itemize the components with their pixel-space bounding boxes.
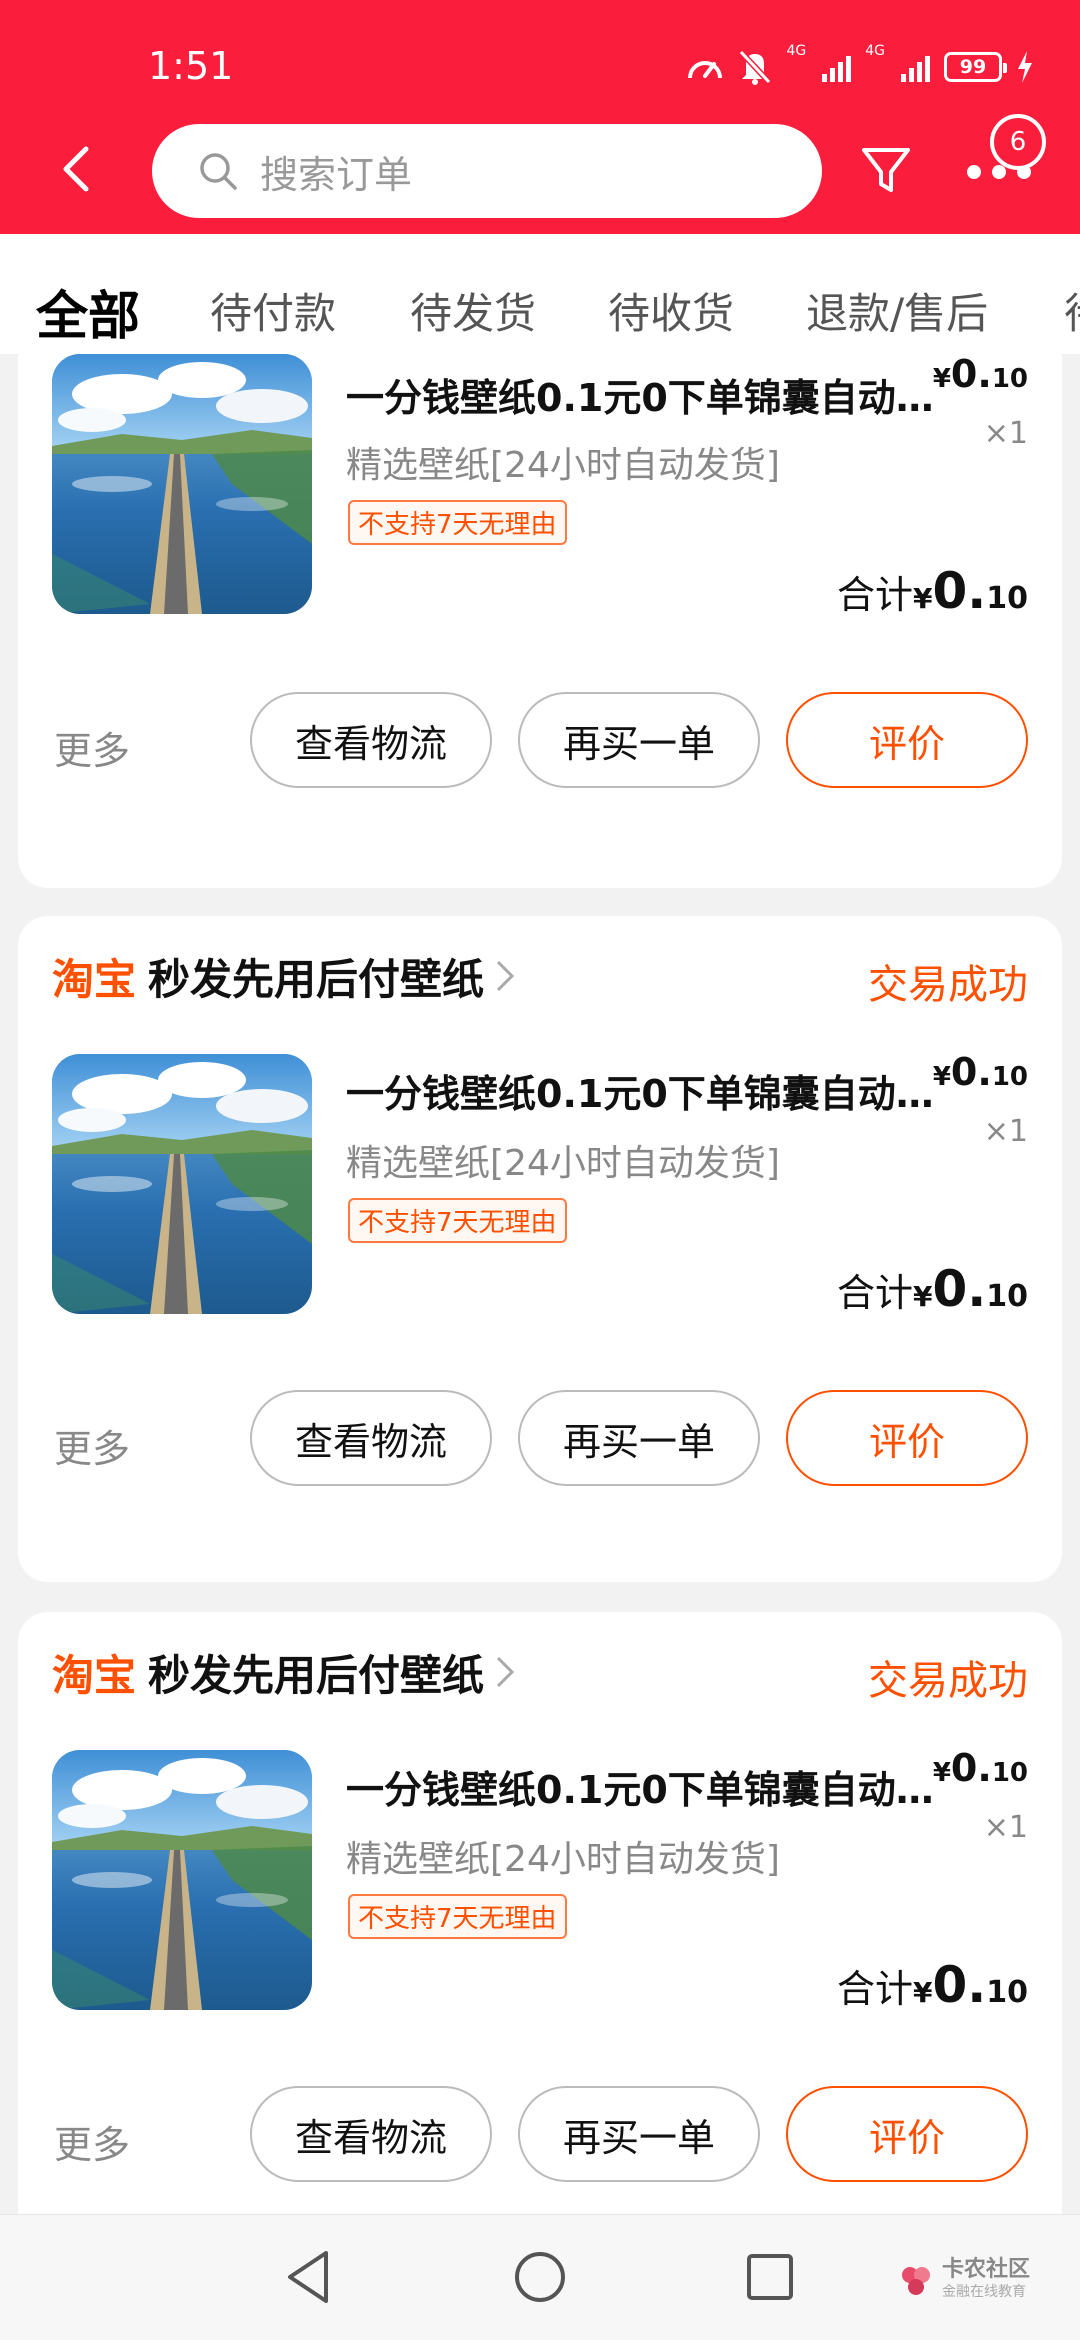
- nav-back-icon[interactable]: [276, 2245, 340, 2309]
- taobao-brand: 淘宝: [52, 1650, 137, 1700]
- unit-price: ¥0.10: [932, 1746, 1028, 1790]
- tab-all[interactable]: 全部: [36, 274, 140, 349]
- charging-bolt-icon: [1018, 51, 1032, 83]
- product-spec: 精选壁纸[24小时自动发货]: [346, 445, 780, 486]
- mute-bell-icon: [739, 49, 772, 85]
- tab-pending-review[interactable]: 待评价: [1064, 280, 1080, 341]
- return-policy-tag: 不支持7天无理由: [348, 500, 567, 545]
- back-button[interactable]: [44, 138, 106, 200]
- order-status: 交易成功: [868, 962, 1028, 1008]
- product-title[interactable]: 一分钱壁纸0.1元0下单锦囊自动发货: [346, 1070, 938, 1118]
- order-status: 交易成功: [868, 1658, 1028, 1704]
- quantity: ×1: [983, 1114, 1028, 1149]
- system-nav-bar: 卡农社区 金融在线教育: [0, 2214, 1080, 2340]
- product-spec: 精选壁纸[24小时自动发货]: [346, 1839, 780, 1880]
- review-button[interactable]: 评价: [786, 1390, 1028, 1486]
- buy-again-button[interactable]: 再买一单: [518, 692, 760, 788]
- unit-price: ¥0.10: [932, 1050, 1028, 1094]
- tab-refund-aftersale[interactable]: 退款/售后: [806, 280, 988, 341]
- order-list: 一分钱壁纸0.1元0下单锦囊自动发货 精选壁纸[24小时自动发货] 不支持7天无…: [0, 354, 1080, 2214]
- battery-icon: 99: [944, 52, 1007, 82]
- status-time: 1:51: [148, 44, 234, 88]
- watermark: 卡农社区 金融在线教育: [898, 2259, 1030, 2303]
- speed-gauge-icon: [688, 61, 723, 79]
- order-card[interactable]: 淘宝 秒发先用后付壁纸 交易成功 一分钱壁纸0.1元0下单锦囊自动发货 精选壁纸…: [18, 1612, 1062, 2214]
- buy-again-button[interactable]: 再买一单: [518, 2086, 760, 2182]
- order-total: 合计¥0.10: [836, 1956, 1028, 2014]
- order-card[interactable]: 一分钱壁纸0.1元0下单锦囊自动发货 精选壁纸[24小时自动发货] 不支持7天无…: [18, 354, 1062, 888]
- filter-icon[interactable]: [858, 142, 914, 198]
- kanong-logo-icon: [901, 2267, 930, 2295]
- more-actions-link[interactable]: 更多: [54, 2114, 130, 2169]
- product-thumbnail[interactable]: [52, 1054, 312, 1314]
- nav-home-icon[interactable]: [508, 2245, 572, 2309]
- signal-bars-2-icon: [901, 52, 930, 82]
- back-arrow-icon: [63, 146, 89, 192]
- signal-bars-1-icon: [822, 52, 852, 82]
- more-badge: 6: [990, 114, 1046, 170]
- product-thumbnail[interactable]: [52, 354, 312, 614]
- more-actions-link[interactable]: 更多: [54, 1418, 130, 1473]
- review-button[interactable]: 评价: [786, 692, 1028, 788]
- return-policy-tag: 不支持7天无理由: [348, 1198, 567, 1243]
- order-tabs: 全部 待付款 待发货 待收货 退款/售后 待评价: [0, 234, 1080, 354]
- shop-link[interactable]: 淘宝 秒发先用后付壁纸: [52, 1642, 516, 1702]
- quantity: ×1: [983, 1810, 1028, 1845]
- view-logistics-button[interactable]: 查看物流: [250, 1390, 492, 1486]
- product-thumbnail[interactable]: [52, 1750, 312, 2010]
- unit-price: ¥0.10: [932, 354, 1028, 396]
- chevron-right-icon: [496, 960, 515, 992]
- search-placeholder: 搜索订单: [260, 152, 413, 197]
- network-type-1: 4G: [786, 43, 807, 59]
- product-title[interactable]: 一分钱壁纸0.1元0下单锦囊自动发货: [346, 1766, 938, 1814]
- tab-pending-shipment[interactable]: 待发货: [410, 280, 536, 341]
- product-spec: 精选壁纸[24小时自动发货]: [346, 1143, 780, 1184]
- shop-name: 秒发先用后付壁纸: [148, 954, 485, 1004]
- watermark-text: 卡农社区 金融在线教育: [941, 2257, 1030, 2301]
- product-title[interactable]: 一分钱壁纸0.1元0下单锦囊自动发货: [346, 374, 938, 422]
- return-policy-tag: 不支持7天无理由: [348, 1894, 567, 1939]
- review-button[interactable]: 评价: [786, 2086, 1028, 2182]
- taobao-brand: 淘宝: [52, 954, 137, 1004]
- order-card[interactable]: 淘宝 秒发先用后付壁纸 交易成功 一分钱壁纸0.1元0下单锦囊自动发货 精选壁纸…: [18, 916, 1062, 1582]
- buy-again-button[interactable]: 再买一单: [518, 1390, 760, 1486]
- chevron-right-icon: [496, 1656, 515, 1688]
- search-icon: [200, 153, 237, 190]
- more-actions-link[interactable]: 更多: [54, 720, 130, 775]
- status-icons: 4G 4G 99: [686, 44, 1034, 90]
- tab-pending-receipt[interactable]: 待收货: [608, 280, 734, 341]
- shop-name: 秒发先用后付壁纸: [148, 1650, 485, 1700]
- order-total: 合计¥0.10: [836, 562, 1028, 620]
- view-logistics-button[interactable]: 查看物流: [250, 692, 492, 788]
- view-logistics-button[interactable]: 查看物流: [250, 2086, 492, 2182]
- quantity: ×1: [983, 416, 1028, 451]
- network-type-2: 4G: [865, 43, 885, 59]
- tab-pending-payment[interactable]: 待付款: [210, 280, 336, 341]
- app-header: 1:51 4G 4G 99 搜索订单 6: [0, 0, 1080, 234]
- order-total: 合计¥0.10: [836, 1260, 1028, 1318]
- search-input[interactable]: 搜索订单: [152, 124, 822, 218]
- shop-link[interactable]: 淘宝 秒发先用后付壁纸: [52, 946, 516, 1006]
- nav-recents-icon[interactable]: [738, 2245, 802, 2309]
